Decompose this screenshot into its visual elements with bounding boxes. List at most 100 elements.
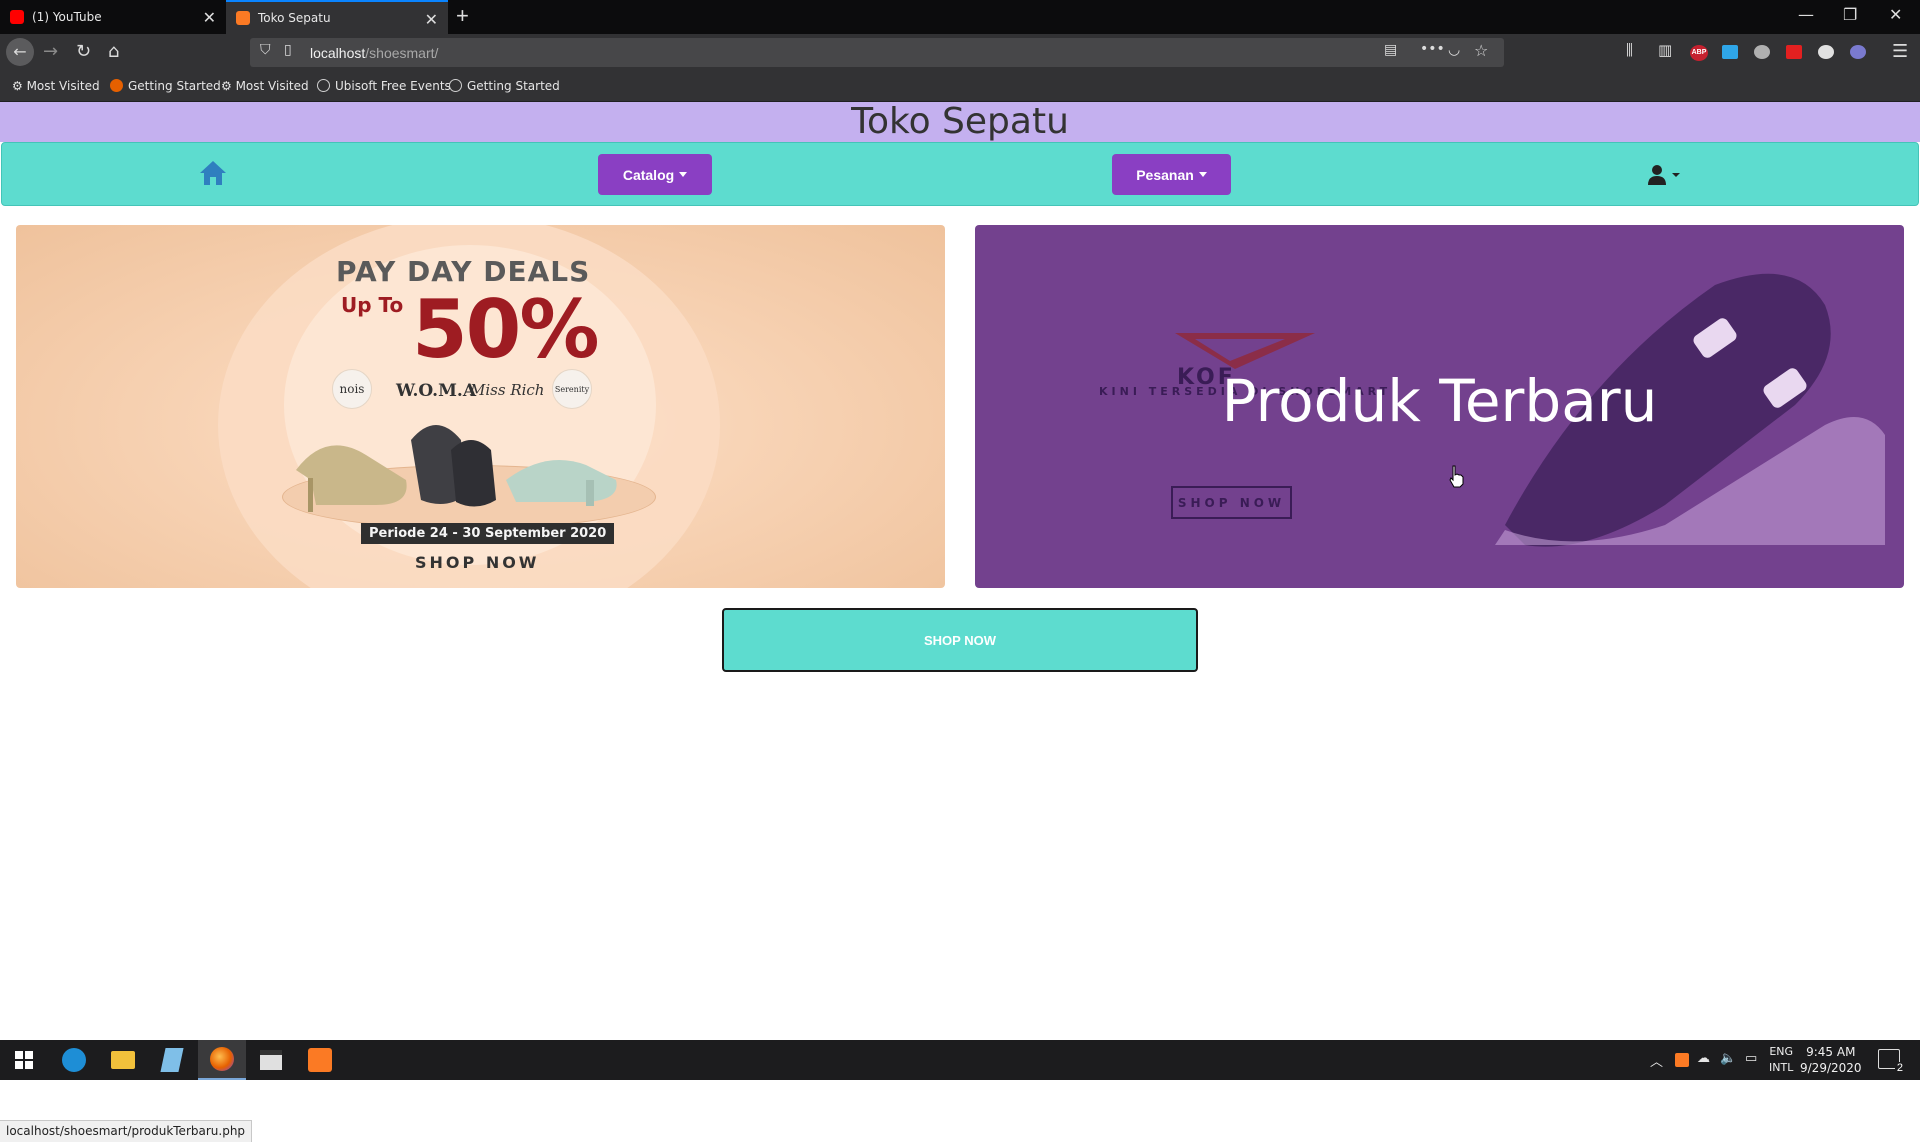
hand-cursor-icon (1449, 465, 1464, 488)
firefox-icon (210, 1047, 234, 1071)
new-tab-button[interactable]: + (456, 3, 469, 29)
youtube-favicon-icon (10, 10, 24, 24)
taskbar-firefox[interactable] (198, 1040, 246, 1080)
user-menu-icon[interactable] (1646, 163, 1682, 187)
shoes-illustration (296, 425, 617, 512)
pesanan-dropdown-button[interactable]: Pesanan (1112, 154, 1231, 195)
input-language[interactable]: ENG INTL (1769, 1044, 1793, 1076)
folder-icon (111, 1051, 135, 1069)
extension-red-icon[interactable] (1786, 45, 1802, 59)
network-icon[interactable]: ▭ (1745, 1051, 1757, 1066)
sidebar-icon[interactable]: ▥ (1658, 41, 1672, 59)
tray-xampp-icon[interactable] (1675, 1053, 1689, 1067)
gear-icon: ⚙ (221, 79, 236, 93)
catalog-label: Catalog (622, 166, 675, 183)
taskbar-xampp[interactable] (296, 1040, 344, 1080)
tab-youtube[interactable]: (1) YouTube ✕ (0, 0, 226, 34)
site-title: Toko Sepatu (851, 101, 1069, 142)
bookmarks-toolbar: ⚙ Most Visited Getting Started ⚙ Most Vi… (0, 72, 1920, 102)
site-navbar: Catalog Pesanan (1, 142, 1919, 206)
produk-terbaru-banner[interactable]: KOF KINI TERSEDIA DI SHOESMART SHOP NOW … (975, 225, 1904, 588)
home-icon[interactable]: ⌂ (108, 41, 119, 62)
start-button[interactable] (0, 1040, 48, 1080)
home-icon[interactable] (198, 159, 228, 187)
globe-icon (317, 79, 330, 92)
lang-intl: INTL (1769, 1061, 1794, 1074)
taskbar-edge[interactable] (50, 1040, 98, 1080)
forward-icon[interactable]: → (43, 41, 58, 62)
browser-tab-bar: (1) YouTube ✕ Toko Sepatu ✕ + — ❐ ✕ (0, 0, 1920, 34)
globe-icon (449, 79, 462, 92)
clock-time: 9:45 AM (1806, 1045, 1856, 1059)
extension-purple-icon[interactable] (1850, 45, 1866, 59)
reload-icon[interactable]: ↻ (76, 41, 91, 62)
pesanan-label: Pesanan (1136, 166, 1194, 183)
catalog-dropdown-button[interactable]: Catalog (598, 154, 712, 195)
produk-terbaru-title: Produk Terbaru (1221, 367, 1658, 435)
url-text[interactable]: localhost/shoesmart/ (310, 45, 438, 61)
bookmark-item[interactable]: Getting Started (110, 79, 221, 93)
clock-date: 9/29/2020 (1800, 1061, 1862, 1075)
menu-icon[interactable]: ☰ (1892, 41, 1908, 62)
deals-percent: 50% (412, 283, 599, 376)
deals-upto: Up To (341, 293, 404, 317)
brand-missrich-logo: Miss Rich (470, 381, 545, 399)
caret-down-icon (1198, 172, 1207, 177)
pocket-icon[interactable]: ◡ (1448, 42, 1460, 58)
url-bar[interactable]: ⛉ ▯ localhost/shoesmart/ ▤ ••• ◡ ☆ (250, 38, 1504, 67)
minimize-icon[interactable]: — (1798, 5, 1814, 24)
caret-down-icon (679, 172, 688, 177)
system-clock[interactable]: 9:45 AM 9/29/2020 (1800, 1044, 1862, 1076)
web-page: Toko Sepatu Catalog Pesanan PAY DAY DEAL… (0, 102, 1920, 1142)
gear-icon: ⚙ (12, 79, 27, 93)
tray-expand-icon[interactable]: ︿ (1650, 1051, 1663, 1070)
extension-cloud-icon[interactable] (1754, 45, 1770, 59)
status-bar-url: localhost/shoesmart/produkTerbaru.php (0, 1120, 253, 1142)
shield-icon[interactable]: ⛉ (260, 42, 271, 58)
tab-label: (1) YouTube (32, 10, 102, 24)
action-center-icon[interactable]: 2 (1878, 1049, 1905, 1074)
bookmark-item[interactable]: ⚙ Most Visited (221, 79, 309, 93)
site-header: Toko Sepatu (0, 102, 1920, 142)
kof-shop-now-button[interactable]: SHOP NOW (1171, 486, 1292, 519)
page-icon: ▯ (284, 42, 292, 58)
taskbar-clapper-app[interactable] (247, 1040, 295, 1080)
extension-white-icon[interactable] (1818, 45, 1834, 59)
close-tab-icon[interactable]: ✕ (425, 10, 438, 29)
extension-blue-icon[interactable] (1722, 45, 1738, 59)
banner-shop-now-text: SHOP NOW (415, 553, 540, 572)
window-close-icon[interactable]: ✕ (1889, 5, 1902, 24)
firefox-icon (110, 79, 123, 92)
onedrive-icon[interactable]: ☁ (1697, 1051, 1710, 1066)
notepad-icon (160, 1048, 184, 1072)
reader-view-icon[interactable]: ▤ (1384, 42, 1397, 58)
taskbar-file-explorer[interactable] (99, 1040, 147, 1080)
bookmark-item[interactable]: ⚙ Most Visited (12, 79, 100, 93)
library-icon[interactable]: ⫼ (1626, 41, 1633, 59)
volume-icon[interactable]: 🔈 (1720, 1051, 1736, 1066)
promo-period: Periode 24 - 30 September 2020 (361, 523, 615, 544)
browser-nav-bar: ← → ↻ ⌂ ⛉ ▯ localhost/shoesmart/ ▤ ••• ◡… (0, 34, 1920, 72)
brand-woma-logo: W.O.M.A (396, 381, 477, 401)
edge-icon (62, 1048, 86, 1072)
bookmark-item[interactable]: Ubisoft Free Events (317, 79, 451, 93)
lang-eng: ENG (1769, 1045, 1794, 1058)
restore-icon[interactable]: ❐ (1843, 5, 1857, 24)
more-actions-icon[interactable]: ••• (1420, 41, 1445, 57)
back-icon[interactable]: ← (6, 38, 34, 66)
payday-deals-banner[interactable]: PAY DAY DEALS Up To 50% nois W.O.M.A Mis… (16, 225, 945, 588)
bookmark-star-icon[interactable]: ☆ (1474, 41, 1488, 60)
brand-serenity-logo: Serenity (552, 369, 592, 409)
notification-count: 2 (1894, 1062, 1905, 1074)
brand-nois-logo: nois (332, 369, 372, 409)
bookmark-item[interactable]: Getting Started (449, 79, 560, 93)
taskbar-notepad[interactable] (148, 1040, 196, 1080)
adblock-icon[interactable]: ABP (1690, 45, 1708, 61)
clapperboard-icon (260, 1050, 282, 1070)
close-tab-icon[interactable]: ✕ (203, 8, 216, 27)
xampp-icon (308, 1048, 332, 1072)
windows-taskbar: ︿ ☁ 🔈 ▭ ENG INTL 9:45 AM 9/29/2020 2 (0, 1040, 1920, 1080)
shop-now-button[interactable]: SHOP NOW (722, 608, 1198, 672)
tab-toko-sepatu[interactable]: Toko Sepatu ✕ (226, 0, 448, 34)
windows-logo-icon (15, 1051, 33, 1069)
